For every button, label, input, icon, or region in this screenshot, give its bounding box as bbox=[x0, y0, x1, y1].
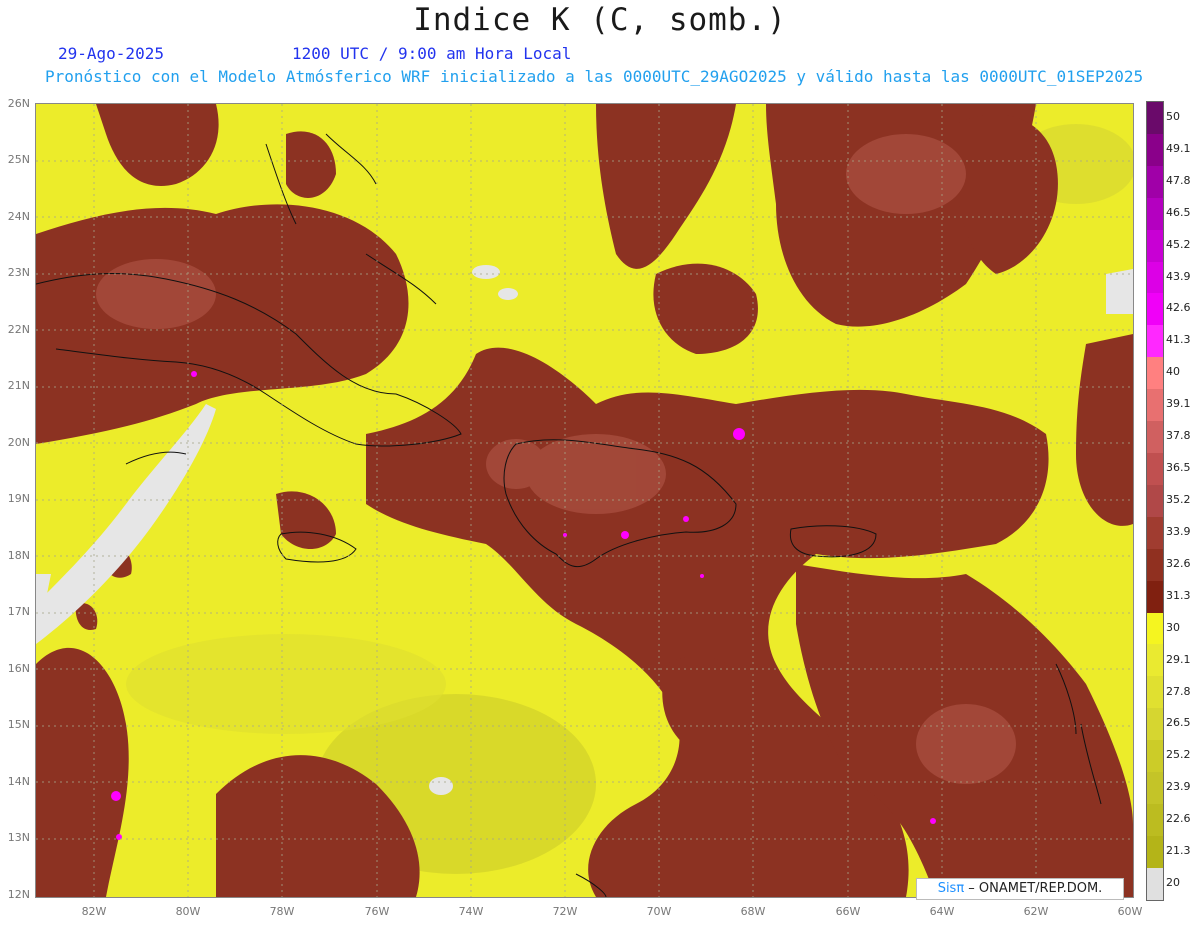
colorbar-segment bbox=[1147, 229, 1163, 262]
forecast-subtitle: Pronóstico con el Modelo Atmósferico WRF… bbox=[45, 67, 1144, 86]
colorbar-label: 32.6 bbox=[1166, 556, 1191, 570]
lon-label: 60W bbox=[1117, 905, 1143, 918]
lat-label: 18N bbox=[7, 549, 30, 562]
colorbar-label: 40 bbox=[1166, 365, 1180, 379]
colorbar-segment bbox=[1147, 165, 1163, 198]
lat-label: 26N bbox=[7, 97, 30, 110]
colorbar-segment bbox=[1147, 197, 1163, 230]
colorbar-segment bbox=[1147, 772, 1163, 804]
lat-label: 22N bbox=[7, 323, 30, 336]
colorbar-label: 30 bbox=[1166, 620, 1180, 634]
date-label: 29-Ago-2025 bbox=[58, 44, 164, 63]
lon-label: 70W bbox=[646, 905, 672, 918]
colorbar-label: 50 bbox=[1166, 109, 1180, 123]
colorbar-segment bbox=[1147, 102, 1163, 134]
colorbar-label: 43.9 bbox=[1166, 269, 1191, 283]
colorbar-segment bbox=[1147, 867, 1163, 900]
lat-label: 12N bbox=[7, 888, 30, 901]
colorbar-segment bbox=[1147, 803, 1163, 836]
colorbar-label: 21.3 bbox=[1166, 844, 1191, 858]
lat-label: 25N bbox=[7, 153, 30, 166]
colorbar-segment bbox=[1147, 452, 1163, 485]
lat-label: 24N bbox=[7, 210, 30, 223]
colorbar-label: 33.9 bbox=[1166, 524, 1191, 538]
colorbar-label: 46.5 bbox=[1166, 205, 1191, 219]
lon-label: 74W bbox=[458, 905, 484, 918]
colorbar-label: 25.2 bbox=[1166, 748, 1191, 762]
lat-label: 15N bbox=[7, 718, 30, 731]
colorbar-segment bbox=[1147, 676, 1163, 709]
colorbar-segment bbox=[1147, 740, 1163, 773]
lon-label: 78W bbox=[269, 905, 295, 918]
colorbar-segment bbox=[1147, 612, 1163, 645]
colorbar-segment bbox=[1147, 835, 1163, 868]
colorbar-label: 23.9 bbox=[1166, 780, 1191, 794]
colorbar-segment bbox=[1147, 133, 1163, 166]
colorbar-segment bbox=[1147, 516, 1163, 549]
colorbar-label: 36.5 bbox=[1166, 461, 1191, 475]
colorbar-label: 42.6 bbox=[1166, 301, 1191, 315]
colorbar-segment bbox=[1147, 580, 1163, 613]
colorbar-segment bbox=[1147, 548, 1163, 581]
lat-label: 19N bbox=[7, 492, 30, 505]
credit-text: – ONAMET/REP.DOM. bbox=[964, 881, 1103, 896]
lon-label: 72W bbox=[552, 905, 578, 918]
colorbar-segment bbox=[1147, 325, 1163, 358]
colorbar-segment bbox=[1147, 357, 1163, 390]
lat-label: 14N bbox=[7, 775, 30, 788]
colorbar-segment bbox=[1147, 708, 1163, 741]
sis-logo: Sisπ bbox=[937, 881, 965, 896]
lat-label: 13N bbox=[7, 831, 30, 844]
lon-label: 64W bbox=[929, 905, 955, 918]
colorbar-segment bbox=[1147, 484, 1163, 517]
colorbar-label: 49.1 bbox=[1166, 141, 1191, 155]
colorbar-segment bbox=[1147, 644, 1163, 677]
colorbar-label: 29.1 bbox=[1166, 652, 1191, 666]
colorbar-label: 26.5 bbox=[1166, 716, 1191, 730]
colorbar-label: 45.2 bbox=[1166, 237, 1191, 251]
lat-label: 16N bbox=[7, 662, 30, 675]
lon-label: 66W bbox=[835, 905, 861, 918]
colorbar-segment bbox=[1147, 293, 1163, 326]
colorbar-label: 20 bbox=[1166, 876, 1180, 890]
lon-label: 82W bbox=[81, 905, 107, 918]
colorbar-label: 22.6 bbox=[1166, 812, 1191, 826]
lon-label: 68W bbox=[740, 905, 766, 918]
lat-label: 17N bbox=[7, 605, 30, 618]
lon-label: 62W bbox=[1023, 905, 1049, 918]
lon-label: 76W bbox=[364, 905, 390, 918]
colorbar-label: 35.2 bbox=[1166, 493, 1191, 506]
colorbar-label: 47.8 bbox=[1166, 173, 1191, 187]
lat-label: 21N bbox=[7, 379, 30, 392]
lat-label: 20N bbox=[7, 436, 30, 449]
colorbar-label: 31.3 bbox=[1166, 588, 1191, 602]
colorbar-label: 37.8 bbox=[1166, 429, 1191, 443]
colorbar-segment bbox=[1147, 261, 1163, 294]
colorbar-segment bbox=[1147, 389, 1163, 422]
colorbar-segment bbox=[1147, 421, 1163, 453]
colorbar-label: 41.3 bbox=[1166, 333, 1191, 347]
colorbar bbox=[1146, 101, 1164, 901]
map-title: Indice K (C, somb.) bbox=[413, 2, 787, 38]
map-plot bbox=[35, 103, 1134, 898]
colorbar-label: 39.1 bbox=[1166, 397, 1191, 411]
lat-label: 23N bbox=[7, 266, 30, 279]
lon-label: 80W bbox=[175, 905, 201, 918]
credit-box: Sisπ – ONAMET/REP.DOM. bbox=[916, 878, 1124, 900]
time-label: 1200 UTC / 9:00 am Hora Local bbox=[292, 44, 572, 63]
colorbar-label: 27.8 bbox=[1166, 684, 1191, 698]
k-index-field bbox=[36, 104, 1133, 897]
